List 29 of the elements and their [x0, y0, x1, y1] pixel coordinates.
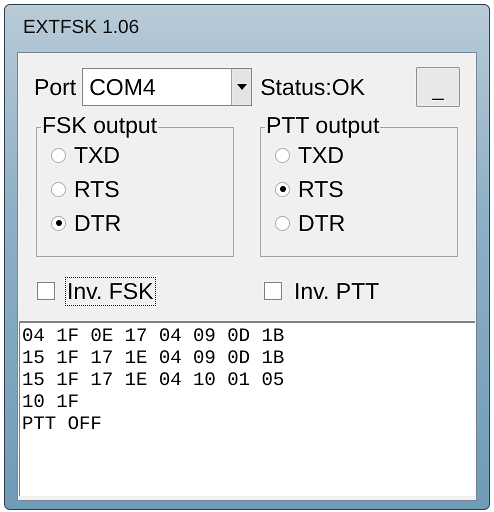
radio-label: TXD: [298, 144, 344, 166]
radio-button[interactable]: [275, 216, 290, 230]
port-label: Port: [34, 72, 76, 102]
radio-button[interactable]: [51, 182, 66, 196]
radio-label: DTR: [74, 212, 122, 234]
radio-label: DTR: [298, 212, 346, 234]
log-line: 10 1F: [22, 391, 80, 413]
radio-button[interactable]: [51, 216, 66, 230]
log-line: PTT OFF: [22, 413, 102, 435]
checkbox-label: Inv. FSK: [65, 276, 156, 306]
checkbox-label: Inv. PTT: [293, 276, 380, 306]
radio-label: RTS: [298, 178, 344, 200]
checkbox[interactable]: [37, 282, 55, 300]
window-title: EXTFSK 1.06: [23, 16, 140, 40]
group-title: PTT output: [265, 114, 380, 137]
checkbox[interactable]: [264, 282, 282, 300]
radio-label: RTS: [74, 178, 120, 200]
status-text: Status:OK: [260, 72, 366, 102]
log-line: 15 1F 17 1E 04 10 01 05: [22, 369, 284, 391]
log-line: 04 1F 0E 17 04 09 0D 1B: [22, 325, 284, 347]
radio-button[interactable]: [51, 148, 66, 162]
port-dropdown[interactable]: COM4: [82, 68, 252, 106]
minimize-button[interactable]: _: [416, 67, 460, 107]
caret-icon: [231, 69, 252, 105]
radio-button[interactable]: [275, 182, 290, 196]
group-title: FSK output: [41, 114, 158, 137]
radio-label: TXD: [74, 144, 120, 166]
log-line: 15 1F 17 1E 04 09 0D 1B: [22, 347, 284, 369]
radio-button[interactable]: [275, 148, 290, 162]
